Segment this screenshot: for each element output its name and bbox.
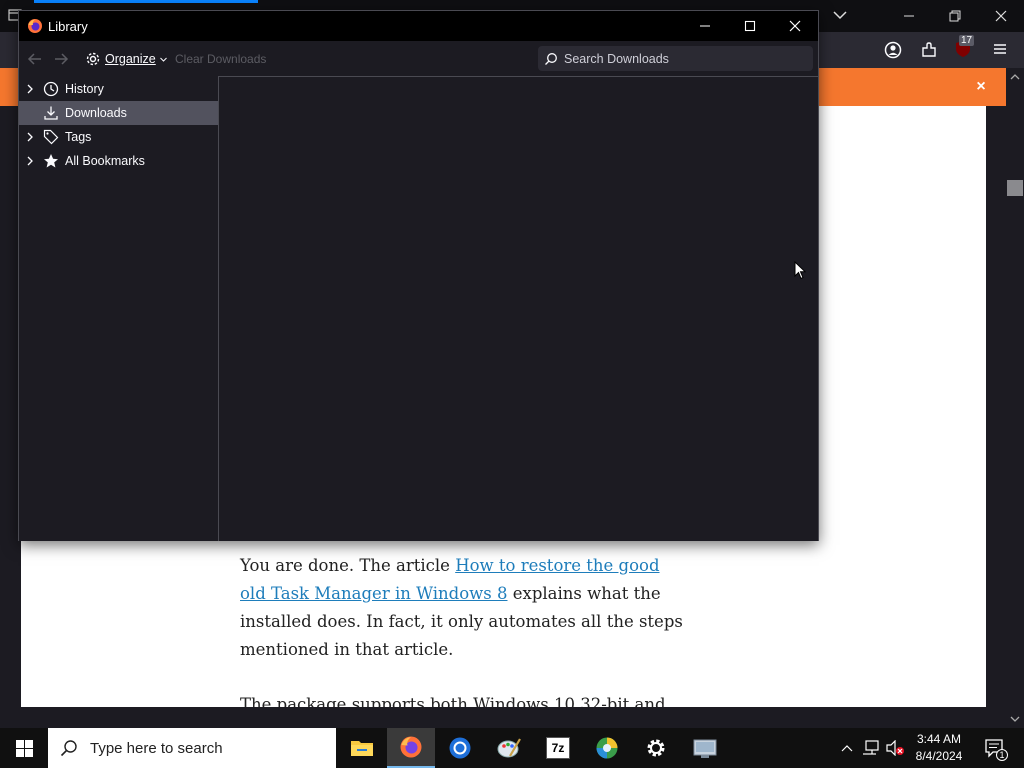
sidebar-item-history[interactable]: History: [19, 77, 218, 101]
taskbar-app-file-explorer[interactable]: [338, 728, 386, 768]
sidebar-item-label: Tags: [65, 130, 92, 144]
volume-tray-button[interactable]: [884, 728, 906, 768]
article-paragraph: The package supports both Windows 10 32-…: [240, 695, 666, 707]
extensions-icon[interactable]: [920, 41, 938, 59]
expand-twisty-icon[interactable]: [19, 132, 41, 142]
notification-count-badge: 1: [996, 749, 1008, 761]
taskbar-app-firefox[interactable]: [387, 728, 435, 768]
ublock-badge: 17: [959, 35, 975, 46]
gear-icon: [86, 52, 100, 66]
taskbar-app-settings[interactable]: [632, 728, 680, 768]
article-body: You are done. The article How to restore…: [240, 552, 690, 707]
firefox-icon: [27, 18, 43, 34]
sidebar-item-label: History: [65, 82, 104, 96]
downloads-list[interactable]: [218, 76, 818, 541]
back-icon[interactable]: [27, 51, 43, 67]
network-tray-button[interactable]: [860, 728, 882, 768]
mouse-cursor-icon: [794, 261, 806, 280]
taskbar-search-placeholder: Type here to search: [90, 739, 223, 757]
taskbar-app-browser[interactable]: [583, 728, 631, 768]
close-icon[interactable]: [994, 9, 1008, 23]
scroll-down-icon[interactable]: [1010, 714, 1020, 724]
restore-icon[interactable]: [948, 9, 962, 23]
search-icon: [60, 740, 77, 757]
paint-icon: [497, 738, 521, 758]
download-icon: [41, 105, 61, 121]
article-text: You are done. The article: [240, 556, 456, 575]
taskbar: Type here to search 7z 3:44 AM 8/4/2024 …: [0, 728, 1024, 768]
library-window: Library Organize Clear Downloads Search …: [18, 10, 819, 541]
close-icon: [789, 20, 801, 32]
browser-icon: [596, 737, 618, 759]
taskbar-app-paint[interactable]: [485, 728, 533, 768]
library-title-bar: Library: [19, 11, 818, 41]
search-icon: [545, 52, 557, 65]
ublock-icon[interactable]: 17: [954, 35, 975, 60]
article-paragraph: You are done. The article How to restore…: [240, 552, 690, 664]
clock-time: 3:44 AM: [916, 732, 962, 746]
minimize-icon: [700, 25, 710, 27]
scroll-up-icon[interactable]: [1010, 72, 1020, 82]
forward-icon[interactable]: [53, 51, 69, 67]
library-toolbar: Organize Clear Downloads: [19, 41, 818, 76]
library-sidebar: History Downloads Tags All Bookmarks: [19, 76, 218, 541]
windows-icon: [15, 739, 33, 757]
menu-icon[interactable]: [992, 42, 1008, 56]
account-icon[interactable]: [884, 41, 902, 59]
library-minimize-button[interactable]: [682, 11, 728, 41]
control-panel-icon: [693, 739, 717, 758]
expand-twisty-icon[interactable]: [19, 156, 41, 166]
notification-center-button[interactable]: 1: [978, 728, 1012, 768]
organize-label: Organize: [105, 52, 156, 66]
search-downloads-input[interactable]: [564, 51, 804, 66]
organize-button[interactable]: Organize: [85, 49, 167, 69]
notice-close-button[interactable]: ×: [970, 76, 992, 98]
page-scrollbar[interactable]: [1006, 68, 1024, 728]
start-button[interactable]: [0, 728, 48, 768]
clock-date: 8/4/2024: [915, 749, 963, 763]
firefox-icon: [400, 736, 422, 758]
scrollbar-thumb[interactable]: [1007, 180, 1023, 196]
system-clock[interactable]: 3:44 AM 8/4/2024: [908, 731, 970, 765]
7zip-icon: 7z: [546, 737, 570, 759]
maximize-icon: [744, 20, 756, 32]
chevron-down-icon: [159, 57, 167, 62]
chevron-up-icon: [841, 745, 853, 752]
tag-icon: [41, 129, 61, 145]
search-downloads-field[interactable]: [538, 46, 813, 71]
taskbar-app-chrome[interactable]: [436, 728, 484, 768]
sidebar-item-tags[interactable]: Tags: [19, 125, 218, 149]
sidebar-item-label: All Bookmarks: [65, 154, 145, 168]
taskbar-search-box[interactable]: Type here to search: [48, 728, 336, 768]
show-hidden-icons[interactable]: [838, 728, 856, 768]
active-tab-indicator: [34, 0, 258, 3]
expand-twisty-icon[interactable]: [19, 84, 41, 94]
library-title: Library: [48, 19, 88, 34]
library-close-button[interactable]: [772, 11, 818, 41]
network-icon: [863, 740, 879, 755]
sidebar-item-all-bookmarks[interactable]: All Bookmarks: [19, 149, 218, 173]
taskbar-app-control-panel[interactable]: [681, 728, 729, 768]
star-icon: [41, 153, 61, 169]
taskbar-app-7zip[interactable]: 7z: [534, 728, 582, 768]
sidebar-item-downloads[interactable]: Downloads: [19, 101, 218, 125]
list-all-tabs-icon[interactable]: [832, 9, 848, 21]
clock-icon: [41, 81, 61, 97]
settings-icon: [647, 739, 665, 757]
clear-downloads-button[interactable]: Clear Downloads: [175, 52, 266, 66]
file-explorer-icon: [351, 741, 373, 756]
volume-muted-icon: [886, 740, 904, 756]
sidebar-item-label: Downloads: [65, 106, 127, 120]
library-maximize-button[interactable]: [727, 11, 773, 41]
minimize-icon[interactable]: [902, 9, 916, 23]
chrome-icon: [449, 737, 471, 759]
